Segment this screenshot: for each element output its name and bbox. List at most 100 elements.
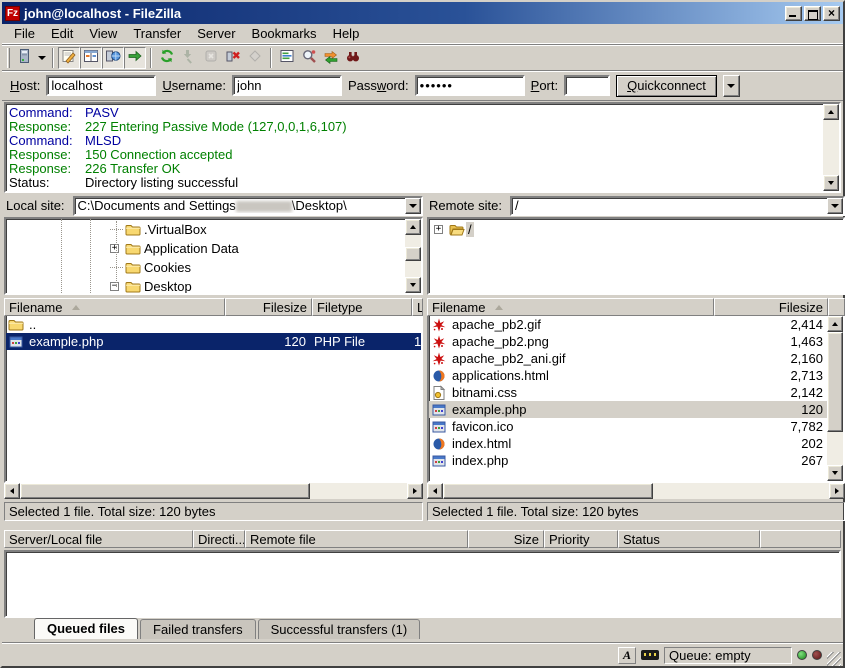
scroll-down-button[interactable] [827, 465, 843, 481]
scrollbar-thumb[interactable] [20, 483, 310, 499]
local-horizontal-scrollbar[interactable] [4, 483, 423, 499]
file-row[interactable]: apache_pb2_ani.gif 2,160 [429, 350, 827, 367]
username-input[interactable] [232, 75, 342, 96]
file-row[interactable]: index.html 202 [429, 435, 827, 452]
column-header-direction[interactable]: Directi... [193, 530, 245, 548]
local-tree-scrollbar[interactable] [405, 219, 421, 293]
find-files-button[interactable] [342, 47, 364, 69]
column-header-filesize[interactable]: Filesize [225, 298, 312, 316]
toggle-local-tree-button[interactable] [80, 47, 102, 69]
process-queue-button[interactable] [178, 47, 200, 69]
speed-limits-icon[interactable] [641, 650, 659, 660]
column-header-remote-file[interactable]: Remote file [245, 530, 468, 548]
transfer-queue: Server/Local file Directi... Remote file… [4, 530, 841, 618]
port-input[interactable] [564, 75, 610, 96]
local-path-dropdown[interactable] [405, 198, 421, 214]
column-header-filesize[interactable]: Filesize [714, 298, 828, 316]
tree-item-cookies[interactable]: Cookies [6, 258, 405, 277]
maximize-button[interactable] [804, 6, 821, 21]
tab-failed-transfers[interactable]: Failed transfers [140, 619, 256, 639]
directory-filter-button[interactable] [276, 47, 298, 69]
column-header-lastmodified[interactable]: L [412, 298, 423, 316]
menu-file[interactable]: File [6, 24, 43, 43]
remote-path-dropdown[interactable] [827, 198, 843, 214]
scroll-left-button[interactable] [427, 483, 443, 499]
queue-tabs: Queued files Failed transfers Successful… [4, 618, 420, 639]
remote-path-combo[interactable]: / [510, 196, 845, 216]
expand-plus-icon[interactable]: + [110, 244, 119, 253]
file-row[interactable]: favicon.ico 7,782 [429, 418, 827, 435]
expand-plus-icon[interactable]: + [434, 225, 443, 234]
toggle-transfer-queue-button[interactable] [124, 47, 146, 69]
column-header-server-local-file[interactable]: Server/Local file [4, 530, 193, 548]
scroll-right-button[interactable] [829, 483, 845, 499]
tab-successful-transfers[interactable]: Successful transfers (1) [258, 619, 421, 639]
tree-item-application-data[interactable]: + Application Data [6, 239, 405, 258]
file-row[interactable]: bitnami.css 2,142 [429, 384, 827, 401]
menu-view[interactable]: View [81, 24, 125, 43]
tab-queued-files[interactable]: Queued files [34, 618, 138, 639]
collapse-minus-icon[interactable]: − [110, 282, 119, 291]
file-row-example-php[interactable]: example.php 120 PHP File 1 [6, 333, 421, 350]
scroll-up-button[interactable] [823, 104, 839, 120]
triangle-right-icon [835, 488, 839, 494]
column-header-filename[interactable]: Filename [4, 298, 225, 316]
scroll-down-button[interactable] [405, 277, 421, 293]
refresh-button[interactable] [156, 47, 178, 69]
toggle-remote-tree-button[interactable] [102, 47, 124, 69]
toolbar-grip[interactable] [7, 48, 10, 68]
host-input[interactable] [46, 75, 156, 96]
remote-list-scrollbar[interactable] [827, 316, 843, 481]
scroll-up-button[interactable] [405, 219, 421, 235]
column-header-filename[interactable]: Filename [427, 298, 714, 316]
column-header-status[interactable]: Status [618, 530, 760, 548]
file-row[interactable]: applications.html 2,713 [429, 367, 827, 384]
file-row-selected[interactable]: example.php 120 [429, 401, 827, 418]
minimize-button[interactable] [785, 6, 802, 21]
menu-transfer[interactable]: Transfer [125, 24, 189, 43]
tree-item-desktop[interactable]: − Desktop [6, 277, 405, 293]
site-manager-button[interactable] [13, 47, 35, 69]
file-row[interactable]: index.php 267 [429, 452, 827, 469]
synchronized-browsing-button[interactable] [320, 47, 342, 69]
reconnect-button[interactable] [244, 47, 266, 69]
cancel-operation-button[interactable] [200, 47, 222, 69]
column-header-priority[interactable]: Priority [544, 530, 618, 548]
scrollbar-thumb[interactable] [827, 332, 843, 432]
scrollbar-thumb[interactable] [405, 247, 421, 261]
scroll-right-button[interactable] [407, 483, 423, 499]
ascii-datatype-icon[interactable]: A [618, 647, 636, 664]
disconnect-button[interactable] [222, 47, 244, 69]
scrollbar-thumb[interactable] [443, 483, 653, 499]
tree-item-root[interactable]: + / [429, 220, 843, 239]
title-bar[interactable]: Fz john@localhost - FileZilla × [2, 2, 843, 24]
log-line: Command:PASV [9, 106, 823, 120]
toggle-message-log-button[interactable] [58, 47, 80, 69]
queue-list-area[interactable] [4, 550, 841, 618]
triangle-down-icon [828, 181, 834, 185]
column-header-size[interactable]: Size [468, 530, 544, 548]
quickconnect-dropdown[interactable] [723, 75, 740, 97]
log-scrollbar[interactable] [823, 104, 839, 191]
local-path-combo[interactable]: C:\Documents and Settings\Desktop\ [73, 196, 423, 216]
tree-item-virtualbox[interactable]: .VirtualBox [6, 220, 405, 239]
site-manager-dropdown[interactable] [35, 47, 48, 69]
file-row[interactable]: apache_pb2.png 1,463 [429, 333, 827, 350]
scroll-down-button[interactable] [823, 175, 839, 191]
scroll-up-button[interactable] [827, 316, 843, 332]
redacted-username [236, 201, 292, 212]
menu-edit[interactable]: Edit [43, 24, 81, 43]
file-row[interactable]: apache_pb2.gif 2,414 [429, 316, 827, 333]
quickconnect-button[interactable]: Quickconnect [616, 75, 717, 97]
menu-bookmarks[interactable]: Bookmarks [244, 24, 325, 43]
remote-horizontal-scrollbar[interactable] [427, 483, 845, 499]
menu-server[interactable]: Server [189, 24, 243, 43]
resize-grip[interactable] [827, 652, 841, 666]
menu-help[interactable]: Help [325, 24, 368, 43]
close-button[interactable]: × [823, 6, 840, 21]
password-input[interactable] [415, 75, 525, 96]
scroll-left-button[interactable] [4, 483, 20, 499]
file-row-updir[interactable]: .. [6, 316, 421, 333]
column-header-filetype[interactable]: Filetype [312, 298, 412, 316]
directory-comparison-button[interactable] [298, 47, 320, 69]
